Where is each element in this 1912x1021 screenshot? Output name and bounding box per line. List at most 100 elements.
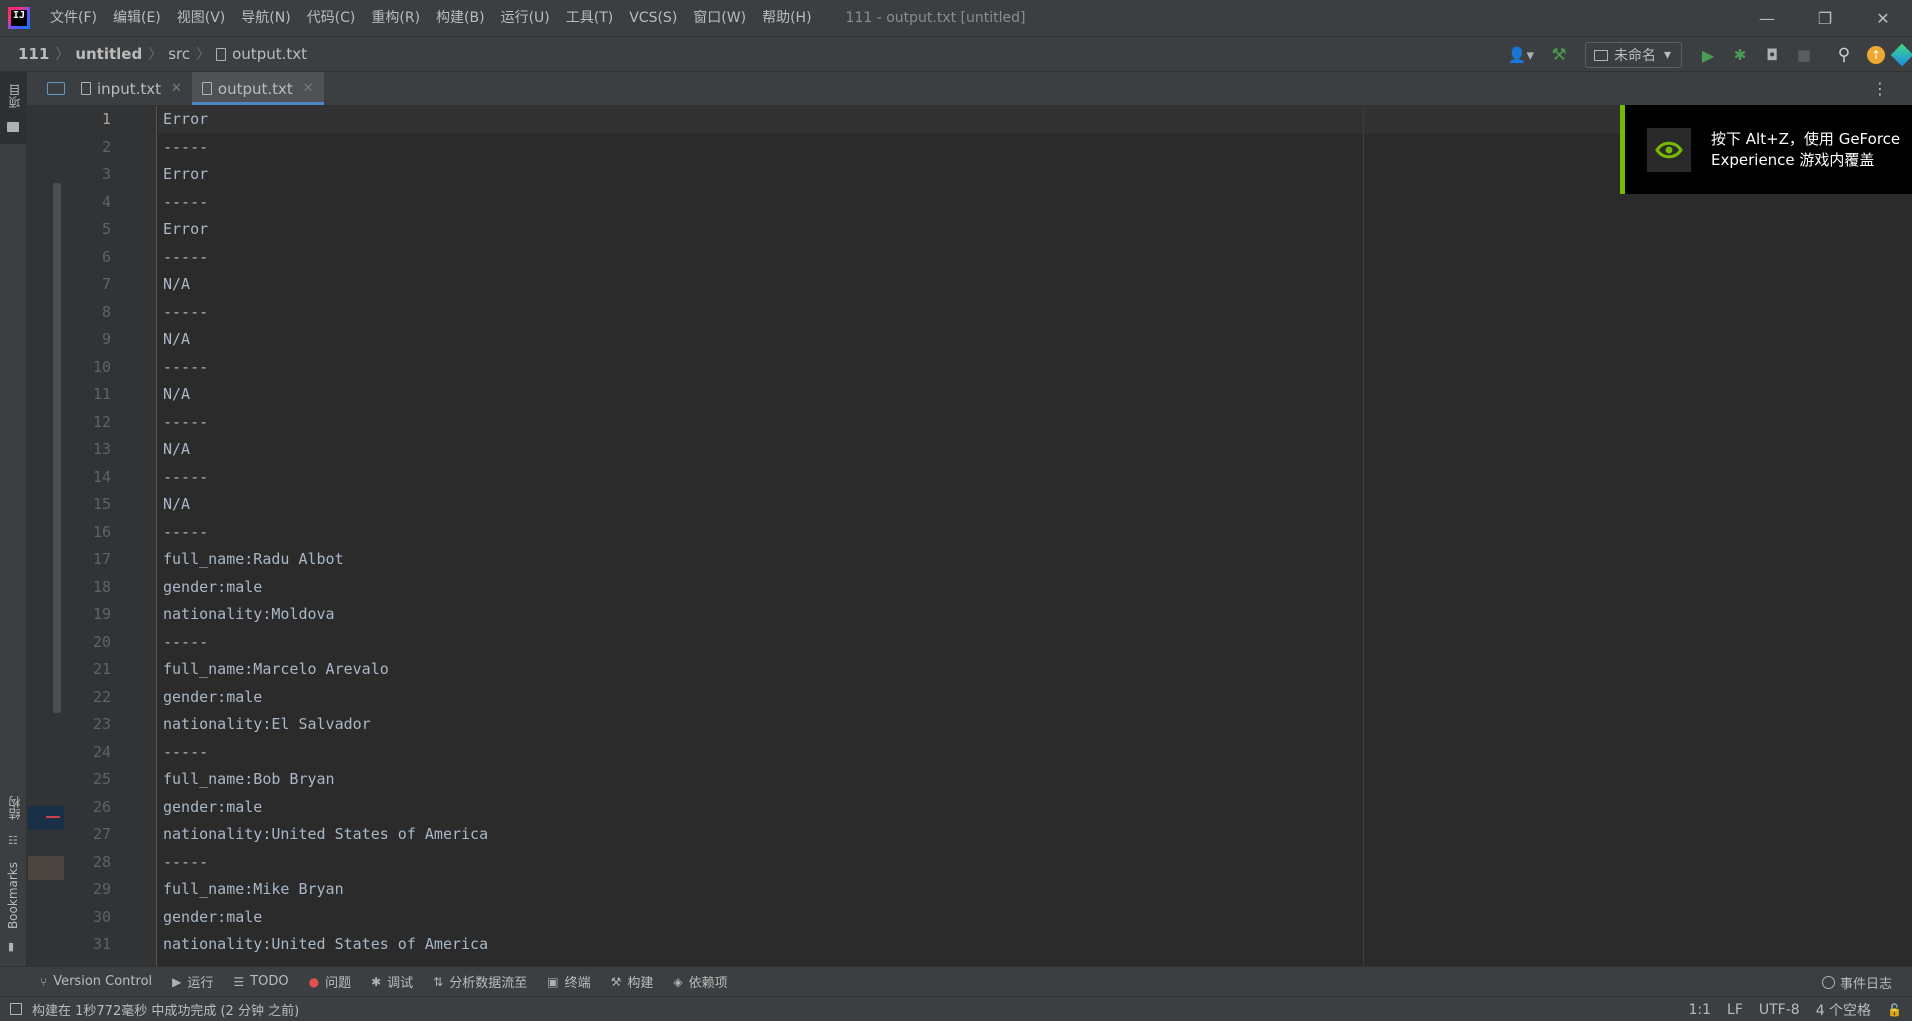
line-number[interactable]: 1 [64, 106, 156, 134]
restore-button[interactable]: ❐ [1796, 0, 1854, 36]
code-line[interactable]: nationality:El Salvador [158, 711, 1912, 739]
menu-build[interactable]: 构建(B) [428, 0, 493, 36]
breadcrumb-folder[interactable]: src [164, 45, 194, 63]
layout-toggle-icon[interactable] [10, 1003, 22, 1015]
line-number[interactable]: 23 [64, 711, 156, 739]
build-hammer-icon[interactable]: ⚒ [1543, 37, 1575, 73]
code-line[interactable]: ----- [158, 464, 1912, 492]
line-number[interactable]: 13 [64, 436, 156, 464]
line-number[interactable]: 2 [64, 134, 156, 162]
code-line[interactable]: full_name:Mike Bryan [158, 876, 1912, 904]
line-number[interactable]: 25 [64, 766, 156, 794]
line-number[interactable]: 31 [64, 931, 156, 959]
tool-dataflow[interactable]: ⇅ 分析数据流至 [423, 972, 537, 992]
menu-help[interactable]: 帮助(H) [754, 0, 819, 36]
code-line[interactable]: gender:male [158, 684, 1912, 712]
line-number[interactable]: 30 [64, 904, 156, 932]
file-encoding[interactable]: UTF-8 [1759, 1002, 1800, 1018]
run-configuration-select[interactable]: 未命名 ▾ [1584, 42, 1682, 68]
line-number[interactable]: 27 [64, 821, 156, 849]
code-line[interactable]: N/A [158, 381, 1912, 409]
toolbox-icon[interactable] [1890, 37, 1912, 73]
line-number[interactable]: 7 [64, 271, 156, 299]
code-line[interactable]: ----- [158, 519, 1912, 547]
tool-terminal[interactable]: ▣ 终端 [537, 972, 600, 992]
menu-refactor[interactable]: 重构(R) [363, 0, 428, 36]
line-number[interactable]: 11 [64, 381, 156, 409]
indent-setting[interactable]: 4 个空格 [1816, 1000, 1871, 1020]
line-number[interactable]: 18 [64, 574, 156, 602]
tool-dependencies[interactable]: ◈ 依赖项 [663, 972, 737, 992]
code-line[interactable]: nationality:United States of America [158, 821, 1912, 849]
editor-content[interactable]: Error ----- Error ----- Error ----- N/A ----- N/… [158, 106, 1912, 966]
menu-window[interactable]: 窗口(W) [685, 0, 754, 36]
code-line[interactable]: ----- [158, 299, 1912, 327]
debug-bug-icon[interactable]: ✱ [1724, 37, 1756, 73]
more-options-icon[interactable]: ⋮ [1872, 72, 1888, 106]
code-line[interactable]: nationality:Moldova [158, 601, 1912, 629]
breadcrumb-project[interactable]: 111 [14, 45, 53, 63]
tool-build[interactable]: ⚒ 构建 [601, 972, 664, 992]
line-number[interactable]: 17 [64, 546, 156, 574]
line-number[interactable]: 4 [64, 189, 156, 217]
line-number[interactable]: 10 [64, 354, 156, 382]
menu-vcs[interactable]: VCS(S) [621, 0, 685, 36]
close-tab-icon[interactable]: ✕ [303, 81, 314, 96]
tool-run[interactable]: ▶ 运行 [162, 972, 223, 992]
menu-tools[interactable]: 工具(T) [558, 0, 621, 36]
line-separator[interactable]: LF [1727, 1002, 1743, 1018]
line-number[interactable]: 15 [64, 491, 156, 519]
minimize-button[interactable]: — [1738, 0, 1796, 36]
code-line[interactable]: full_name:Marcelo Arevalo [158, 656, 1912, 684]
structure-tool-tab[interactable]: 结构 ☷ [0, 788, 26, 858]
project-panel-scrollbar[interactable] [53, 183, 61, 713]
menu-file[interactable]: 文件(F) [42, 0, 105, 36]
tool-version-control[interactable]: ⑂ Version Control [30, 974, 162, 989]
caret-position[interactable]: 1:1 [1688, 1002, 1711, 1018]
code-line[interactable]: ----- [158, 244, 1912, 272]
code-line[interactable]: gender:male [158, 574, 1912, 602]
search-icon[interactable]: ⚲ [1828, 37, 1860, 73]
line-number[interactable]: 20 [64, 629, 156, 657]
code-line[interactable]: ----- [158, 849, 1912, 877]
code-line[interactable]: gender:male [158, 794, 1912, 822]
code-line[interactable]: ----- [158, 409, 1912, 437]
code-line[interactable]: full_name:Bob Bryan [158, 766, 1912, 794]
project-view-toggle-icon[interactable] [41, 72, 71, 105]
line-number[interactable]: 19 [64, 601, 156, 629]
menu-navigate[interactable]: 导航(N) [233, 0, 298, 36]
stop-icon[interactable]: ■ [1788, 37, 1820, 73]
run-icon[interactable]: ▶ [1692, 37, 1724, 73]
tab-input-txt[interactable]: input.txt ✕ [71, 72, 192, 105]
line-number[interactable]: 12 [64, 409, 156, 437]
line-number[interactable]: 14 [64, 464, 156, 492]
code-line[interactable]: N/A [158, 326, 1912, 354]
close-tab-icon[interactable]: ✕ [171, 81, 182, 96]
line-number[interactable]: 26 [64, 794, 156, 822]
code-line[interactable]: N/A [158, 436, 1912, 464]
menu-view[interactable]: 视图(V) [169, 0, 234, 36]
bookmarks-tool-tab[interactable]: Bookmarks ▮ [0, 860, 26, 956]
code-line[interactable]: full_name:Radu Albot [158, 546, 1912, 574]
close-window-button[interactable]: ✕ [1854, 0, 1912, 36]
code-line[interactable]: ----- [158, 739, 1912, 767]
line-number[interactable]: 8 [64, 299, 156, 327]
code-line[interactable]: nationality:United States of America [158, 931, 1912, 959]
tool-debug[interactable]: ✱ 调试 [361, 972, 423, 992]
project-tool-tab[interactable]: 项目 [0, 72, 26, 144]
tab-output-txt[interactable]: output.txt ✕ [191, 72, 324, 105]
line-number[interactable]: 29 [64, 876, 156, 904]
update-icon[interactable]: ↑ [1860, 37, 1892, 73]
menu-edit[interactable]: 编辑(E) [105, 0, 169, 36]
code-line[interactable]: N/A [158, 491, 1912, 519]
code-line[interactable]: ----- [158, 629, 1912, 657]
line-number[interactable]: 16 [64, 519, 156, 547]
breadcrumb-file[interactable]: output.txt [212, 45, 311, 63]
code-line[interactable]: Error [158, 216, 1912, 244]
lock-icon[interactable]: 🔓 [1887, 1003, 1902, 1017]
line-number[interactable]: 9 [64, 326, 156, 354]
event-log-button[interactable]: 事件日志 [1821, 967, 1892, 997]
geforce-notification[interactable]: 按下 Alt+Z，使用 GeForce Experience 游戏内覆盖 [1620, 105, 1912, 194]
line-number[interactable]: 3 [64, 161, 156, 189]
code-line[interactable]: gender:male [158, 904, 1912, 932]
